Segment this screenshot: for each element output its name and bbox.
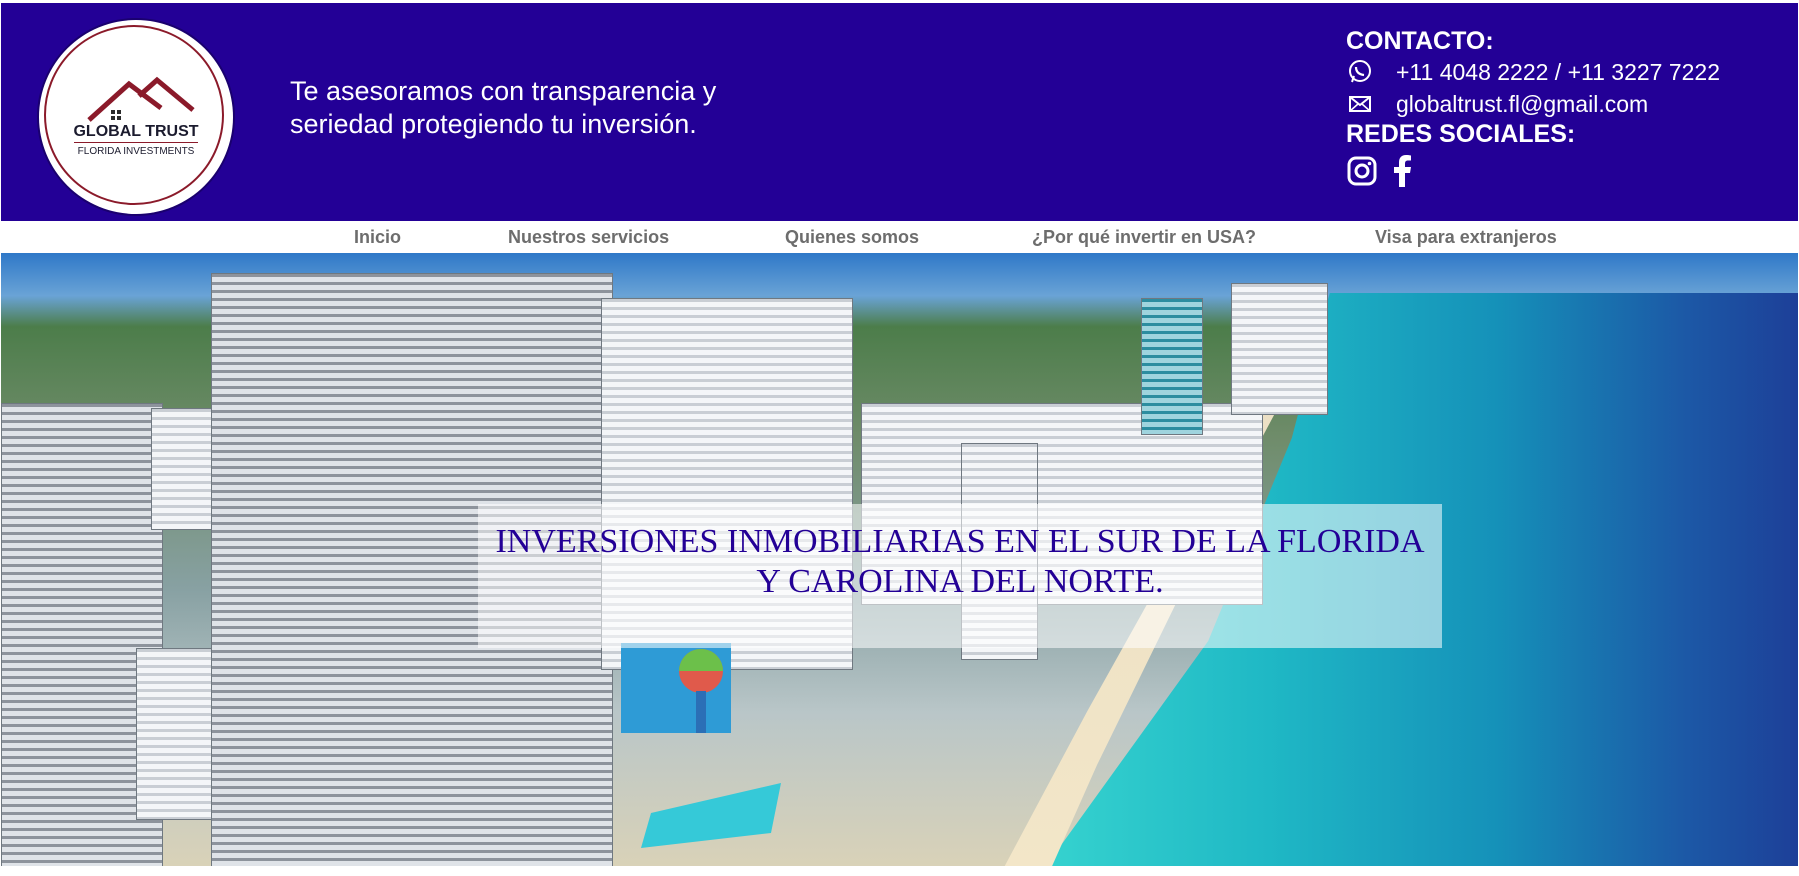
whatsapp-icon [1346,58,1374,86]
header-tagline: Te asesoramos con transparencia y seried… [290,76,717,139]
logo-brand-subtitle: FLORIDA INVESTMENTS [77,146,195,157]
contact-block: CONTACTO: +11 4048 2222 / +11 3227 7222 [1346,27,1786,192]
contact-phone-row: +11 4048 2222 / +11 3227 7222 [1346,56,1786,88]
social-links [1346,155,1786,192]
hero-headline: INVERSIONES INMOBILIARIAS EN EL SUR DE L… [478,522,1442,602]
tower-small [151,408,218,530]
water-tower-icon [621,643,731,733]
nav-item-inicio[interactable]: Inicio [354,227,401,248]
tower-glass [1141,298,1203,435]
social-title: REDES SOCIALES: [1346,120,1576,148]
contact-title: CONTACTO: [1346,27,1494,55]
nav-item-por-que-usa[interactable]: ¿Por qué invertir en USA? [1032,227,1256,248]
facebook-icon[interactable] [1392,155,1412,192]
site-header: GLOBAL TRUST FLORIDA INVESTMENTS Te ases… [1,3,1798,221]
logo-brand-name: GLOBAL TRUST [73,123,199,140]
pool-icon [641,783,781,848]
nav-item-servicios[interactable]: Nuestros servicios [508,227,669,248]
house-roof-icon [87,76,195,122]
main-nav: Inicio Nuestros servicios Quienes somos … [0,221,1799,253]
contact-phone[interactable]: +11 4048 2222 / +11 3227 7222 [1396,59,1720,86]
instagram-icon[interactable] [1346,155,1378,192]
tower-far [1231,283,1328,415]
contact-email[interactable]: globaltrust.fl@gmail.com [1396,91,1648,118]
logo-divider [74,142,198,143]
email-icon [1346,90,1374,118]
nav-item-visa[interactable]: Visa para extranjeros [1375,227,1557,248]
nav-item-quienes-somos[interactable]: Quienes somos [785,227,919,248]
hero-headline-line1: INVERSIONES INMOBILIARIAS EN EL SUR DE L… [495,523,1425,560]
hero-headline-line2: Y CAROLINA DEL NORTE. [756,563,1164,600]
hero-banner: INVERSIONES INMOBILIARIAS EN EL SUR DE L… [478,504,1442,648]
global-trust-logo[interactable]: GLOBAL TRUST FLORIDA INVESTMENTS [39,20,233,214]
contact-email-row: globaltrust.fl@gmail.com [1346,88,1786,120]
